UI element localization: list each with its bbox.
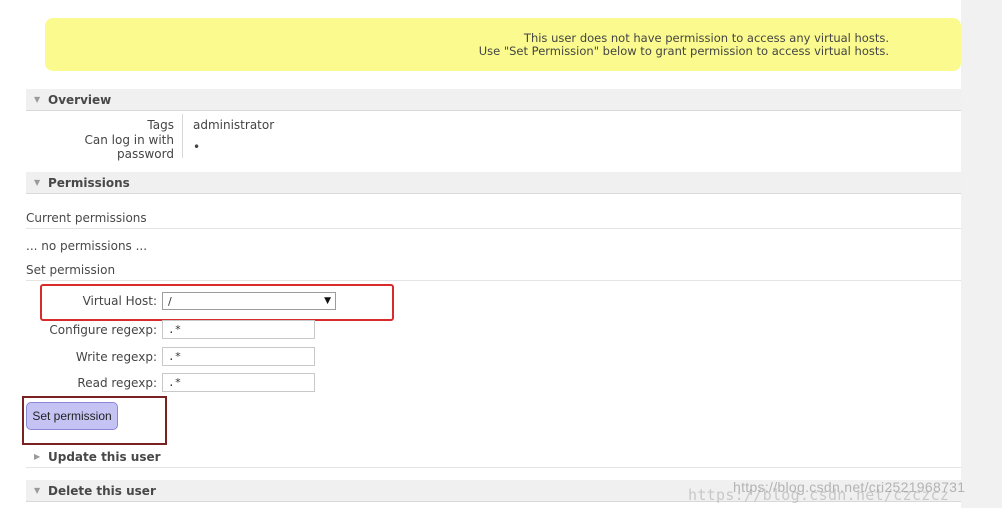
section-permissions-title: Permissions: [48, 175, 130, 190]
watermark: https://blog.csdn.net/czczcz https://blo…: [688, 479, 965, 504]
section-permissions-header[interactable]: ▼ Permissions: [26, 172, 961, 194]
login-label: Can log in with password: [26, 133, 183, 161]
read-regexp-label: Read regexp:: [77, 376, 157, 390]
login-value: •: [193, 140, 201, 154]
no-permissions-text: ... no permissions ...: [26, 239, 148, 253]
notice-line-1: This user does not have permission to ac…: [523, 30, 889, 45]
expanded-triangle-icon: ▼: [34, 486, 41, 495]
write-regexp-input[interactable]: .*: [162, 347, 315, 366]
current-permissions-heading: Current permissions: [26, 207, 961, 229]
section-overview-header[interactable]: ▼ Overview: [26, 89, 961, 111]
page-scrollbar[interactable]: [961, 0, 1002, 508]
configure-regexp-label: Configure regexp:: [49, 323, 157, 337]
section-update-user-header[interactable]: ▶ Update this user: [26, 446, 961, 468]
expanded-triangle-icon: ▼: [34, 178, 41, 187]
tags-value: administrator: [193, 118, 275, 132]
collapsed-triangle-icon: ▶: [34, 452, 41, 461]
notice-line-2: Use "Set Permission" below to grant perm…: [478, 43, 889, 58]
write-regexp-label: Write regexp:: [75, 350, 157, 364]
section-update-title: Update this user: [48, 449, 161, 464]
set-permission-heading: Set permission: [26, 259, 961, 281]
configure-regexp-input[interactable]: .*: [162, 320, 315, 339]
expanded-triangle-icon: ▼: [34, 95, 41, 104]
watermark-front: https://blog.csdn.net/cri2521968731: [733, 479, 966, 495]
no-permission-notice: This user does not have permission to ac…: [45, 18, 961, 71]
vhost-highlight-box: [40, 284, 394, 321]
overview-facts: Tags administrator Can log in with passw…: [26, 114, 275, 161]
section-overview-title: Overview: [48, 92, 112, 107]
section-delete-title: Delete this user: [48, 483, 156, 498]
user-details-page: This user does not have permission to ac…: [22, 0, 961, 508]
read-regexp-input[interactable]: .*: [162, 373, 315, 392]
button-highlight-box: [22, 396, 167, 445]
